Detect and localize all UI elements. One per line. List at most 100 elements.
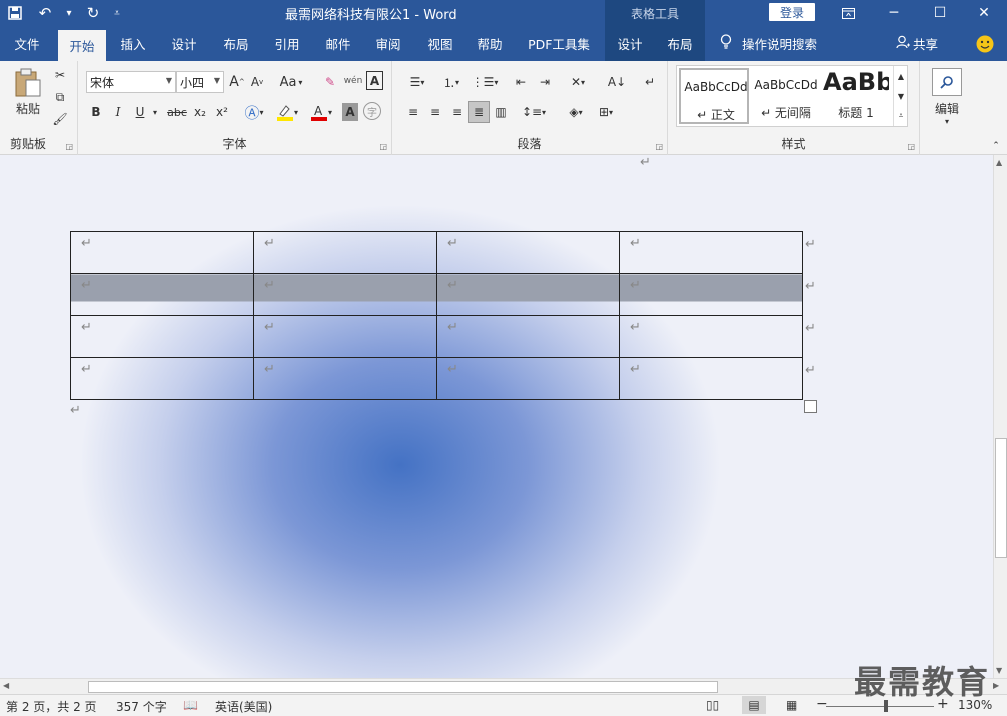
shrink-font-button[interactable]: Av xyxy=(248,71,266,93)
table-cell[interactable]: ↵ xyxy=(436,273,620,316)
zoom-slider[interactable] xyxy=(826,706,934,707)
close-icon[interactable]: ✕ xyxy=(961,0,1007,26)
styles-scroll-down-icon[interactable]: ▼ xyxy=(893,86,908,106)
word-count[interactable]: 357 个字 xyxy=(116,698,167,715)
table-cell[interactable]: ↵ xyxy=(70,357,254,400)
font-color-icon[interactable]: A ▾ xyxy=(306,101,336,123)
undo-dropdown-icon[interactable]: ▾ xyxy=(60,0,78,26)
decrease-indent-icon[interactable]: ⇤ xyxy=(510,71,532,93)
tab-layout[interactable]: 布局 xyxy=(212,26,260,61)
scroll-up-icon[interactable]: ▲ xyxy=(996,158,1002,167)
justify-icon[interactable]: ≣ xyxy=(468,101,490,123)
table-cell[interactable]: ↵ xyxy=(619,357,803,400)
tab-view[interactable]: 视图 xyxy=(416,26,464,61)
chevron-down-icon[interactable]: ▾ xyxy=(150,101,160,123)
table-row[interactable]: ↵ ↵ ↵ ↵ xyxy=(70,315,803,358)
chinese-layout-icon[interactable]: ✕ ▾ xyxy=(564,71,592,93)
style-normal[interactable]: AaBbCcDd ↵ 正文 xyxy=(679,68,749,124)
proofing-icon[interactable]: 📖 xyxy=(183,698,198,712)
increase-indent-icon[interactable]: ⇥ xyxy=(534,71,556,93)
maximize-icon[interactable]: ☐ xyxy=(917,0,963,26)
table-cell[interactable]: ↵ xyxy=(619,315,803,358)
table-cell[interactable]: ↵ xyxy=(70,315,254,358)
phonetic-guide-button[interactable]: wén xyxy=(343,69,363,93)
scroll-right-icon[interactable]: ▶ xyxy=(993,681,999,690)
styles-more-icon[interactable]: ⩡ xyxy=(893,106,908,126)
scroll-down-icon[interactable]: ▼ xyxy=(996,666,1002,675)
tab-table-design[interactable]: 设计 xyxy=(605,26,655,61)
table-resize-handle[interactable] xyxy=(804,400,817,413)
table-cell[interactable]: ↵ xyxy=(70,273,254,316)
scroll-left-icon[interactable]: ◀ xyxy=(3,681,9,690)
table-cell[interactable]: ↵ xyxy=(619,231,803,274)
align-left-icon[interactable]: ≡ xyxy=(402,101,424,123)
tab-help[interactable]: 帮助 xyxy=(466,26,514,61)
superscript-button[interactable]: x² xyxy=(212,101,232,123)
cut-icon[interactable]: ✂ xyxy=(50,66,70,84)
editing-button[interactable]: 编辑 ▾ xyxy=(930,65,964,129)
language[interactable]: 英语(美国) xyxy=(215,698,272,715)
subscript-button[interactable]: x₂ xyxy=(190,101,210,123)
character-border-button[interactable]: A xyxy=(366,71,383,90)
highlight-color-icon[interactable]: ▾ xyxy=(272,101,302,123)
show-marks-icon[interactable]: ↵ xyxy=(640,71,660,93)
italic-button[interactable]: I xyxy=(108,101,128,123)
style-heading-1[interactable]: AaBb 标题 1 xyxy=(823,68,889,124)
table-cell[interactable]: ↵ xyxy=(436,357,620,400)
vertical-scrollbar[interactable]: ▲ ▼ xyxy=(993,155,1007,678)
zoom-out-button[interactable]: − xyxy=(816,696,828,712)
redo-icon[interactable]: ↻ xyxy=(78,0,108,26)
read-mode-icon[interactable]: ▯▯ xyxy=(706,698,719,712)
table-cell[interactable]: ↵ xyxy=(253,357,437,400)
table-cell[interactable]: ↵ xyxy=(253,315,437,358)
enclose-characters-icon[interactable]: 字 xyxy=(363,102,381,120)
style-no-spacing[interactable]: AaBbCcDd ↵ 无间隔 xyxy=(751,68,821,124)
table-row[interactable]: ↵ ↵ ↵ ↵ xyxy=(70,357,803,400)
paste-button[interactable]: 粘贴 xyxy=(10,65,46,119)
smiley-feedback-icon[interactable] xyxy=(976,26,994,61)
styles-launcher-icon[interactable]: ◲ xyxy=(907,142,915,151)
distributed-icon[interactable]: ▥ xyxy=(490,101,512,123)
table-row[interactable]: ↵ ↵ ↵ ↵ xyxy=(70,273,803,316)
tab-review[interactable]: 审阅 xyxy=(364,26,412,61)
multilevel-list-icon[interactable]: ⋮☰ ▾ xyxy=(470,71,500,93)
change-case-button[interactable]: Aa ▾ xyxy=(276,71,306,93)
grow-font-button[interactable]: A ^ xyxy=(228,71,246,93)
sort-icon[interactable]: A↓ xyxy=(606,71,628,93)
tab-design[interactable]: 设计 xyxy=(160,26,208,61)
character-shading-icon[interactable]: A xyxy=(342,103,358,121)
paragraph-launcher-icon[interactable]: ◲ xyxy=(655,142,663,151)
table-cell[interactable]: ↵ xyxy=(436,315,620,358)
tab-references[interactable]: 引用 xyxy=(264,26,310,61)
save-icon[interactable] xyxy=(0,0,30,26)
line-spacing-icon[interactable]: ↕≡ ▾ xyxy=(520,101,548,123)
minimize-icon[interactable]: ─ xyxy=(871,0,917,26)
tab-pdf-tools[interactable]: PDF工具集 xyxy=(518,26,600,61)
tab-insert[interactable]: 插入 xyxy=(110,26,156,61)
tab-table-layout[interactable]: 布局 xyxy=(655,26,705,61)
tab-mailings[interactable]: 邮件 xyxy=(314,26,362,61)
copy-icon[interactable]: ⧉ xyxy=(50,88,70,106)
styles-scroll-up-icon[interactable]: ▲ xyxy=(893,66,908,86)
table-cell[interactable]: ↵ xyxy=(436,231,620,274)
collapse-ribbon-icon[interactable]: ⌃ xyxy=(988,139,1004,153)
customize-qat-icon[interactable]: ⩡ xyxy=(108,0,126,26)
align-center-icon[interactable]: ≡ xyxy=(424,101,446,123)
page-count[interactable]: 第 2 页，共 2 页 xyxy=(6,698,97,715)
table-cell[interactable]: ↵ xyxy=(253,231,437,274)
format-painter-icon[interactable]: 🖌 xyxy=(50,110,70,128)
vertical-scroll-thumb[interactable] xyxy=(995,438,1007,558)
bullets-icon[interactable]: ☰ ▾ xyxy=(402,71,432,93)
document-canvas[interactable]: ↵ ↵ ↵ ↵ ↵ ↵ ↵ ↵ ↵ ↵ ↵ ↵ ↵ ↵ ↵ ↵ ↵ ↵ ↵ ↵ ↵ ↵ xyxy=(0,155,993,678)
bold-button[interactable]: B xyxy=(86,101,106,123)
font-size-combo[interactable]: 小四 ▼ xyxy=(176,71,224,93)
tab-file[interactable]: 文件 xyxy=(0,26,54,61)
text-effects-icon[interactable]: Ⓐ ▾ xyxy=(240,101,268,123)
share-button[interactable]: 共享 xyxy=(896,26,938,61)
table-cell[interactable]: ↵ xyxy=(70,231,254,274)
align-right-icon[interactable]: ≡ xyxy=(446,101,468,123)
font-name-combo[interactable]: 宋体 ▼ xyxy=(86,71,176,93)
web-layout-icon[interactable]: ▦ xyxy=(786,698,797,712)
tell-me-search[interactable]: 操作说明搜索 xyxy=(720,26,817,61)
horizontal-scroll-thumb[interactable] xyxy=(88,681,718,693)
